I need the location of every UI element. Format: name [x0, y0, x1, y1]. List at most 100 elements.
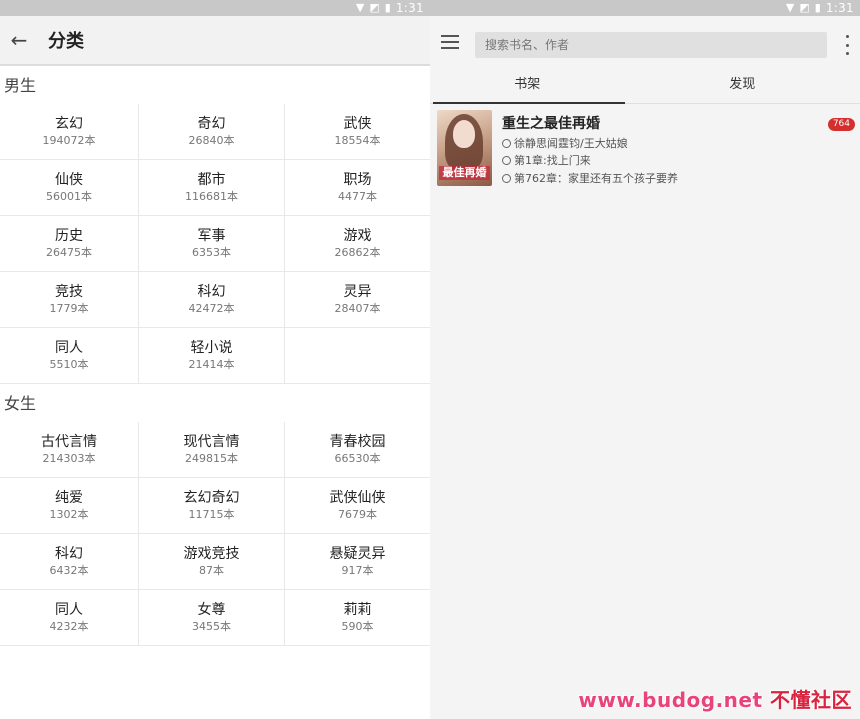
category-count: 11715本 — [188, 508, 235, 521]
category-name: 科幻 — [197, 284, 226, 300]
section-title: 男生 — [4, 76, 37, 95]
category-name: 游戏竞技 — [183, 546, 240, 562]
category-count: 4232本 — [49, 620, 89, 633]
category-cell[interactable]: 同人 5510本 — [0, 328, 139, 384]
category-cell[interactable]: 莉莉 590本 — [285, 590, 430, 646]
category-cell[interactable]: 游戏竞技 87本 — [139, 534, 285, 590]
category-name: 玄幻 — [55, 116, 83, 132]
category-toolbar: ← 分类 — [0, 16, 430, 66]
category-cell[interactable]: 武侠 18554本 — [285, 104, 430, 160]
category-cell[interactable]: 武侠仙侠 7679本 — [285, 478, 430, 534]
category-cell[interactable]: 现代言情 249815本 — [139, 422, 285, 478]
category-count: 5510本 — [49, 358, 89, 371]
category-grid: 玄幻 194072本 奇幻 26840本 武侠 18554本仙侠 56001本 都市 11668… — [0, 104, 430, 384]
category-count: 249815本 — [185, 452, 238, 465]
tab-discover[interactable]: 发现 — [625, 68, 860, 103]
category-name: 武侠仙侠 — [329, 490, 386, 506]
category-name: 莉莉 — [343, 602, 372, 618]
battery-icon: ▮ — [384, 1, 391, 14]
clock-icon — [502, 155, 511, 165]
category-screen: ▼ ◩ ▮ 1:31 ← 分类 男生玄幻 194072本 奇幻 26840本 武侠 185… — [0, 0, 430, 719]
category-count: 1779本 — [49, 302, 89, 315]
category-cell[interactable]: 纯爱 1302本 — [0, 478, 139, 534]
signal-icon: ◩ — [799, 1, 810, 14]
back-arrow-icon[interactable]: ← — [0, 15, 38, 65]
category-cell[interactable]: 青春校园 66530本 — [285, 422, 430, 478]
category-count: 590本 — [341, 620, 374, 633]
category-cell[interactable]: 科幻 6432本 — [0, 534, 139, 590]
category-cell[interactable]: 仙侠 56001本 — [0, 160, 139, 216]
category-name: 科幻 — [55, 546, 83, 562]
category-cell[interactable]: 都市 116681本 — [139, 160, 285, 216]
category-cell[interactable]: 同人 4232本 — [0, 590, 139, 646]
category-count: 4477本 — [338, 190, 377, 203]
category-count: 116681本 — [185, 190, 238, 203]
status-bar: ▼ ◩ ▮ 1:31 — [430, 0, 860, 16]
category-sections: 男生玄幻 194072本 奇幻 26840本 武侠 18554本仙侠 56001本 都市 116… — [0, 66, 430, 646]
category-cell[interactable]: 女尊 3455本 — [139, 590, 285, 646]
category-cell[interactable]: 竞技 1779本 — [0, 272, 139, 328]
category-name: 灵异 — [343, 284, 372, 300]
battery-icon: ▮ — [814, 1, 821, 14]
category-count: 18554本 — [334, 134, 381, 147]
section-title: 女生 — [4, 394, 37, 413]
category-count: 26840本 — [188, 134, 235, 147]
status-time: 1:31 — [825, 1, 854, 15]
tab-bar: 书架 发现 — [430, 68, 860, 104]
category-cell[interactable]: 古代言情 214303本 — [0, 422, 139, 478]
wifi-icon: ▼ — [785, 1, 795, 14]
category-name: 玄幻奇幻 — [183, 490, 240, 506]
category-cell[interactable]: 灵异 28407本 — [285, 272, 430, 328]
tab-bookshelf[interactable]: 书架 — [430, 68, 625, 104]
category-name: 同人 — [55, 340, 83, 356]
category-count: 6353本 — [192, 246, 231, 259]
category-count: 26475本 — [46, 246, 92, 259]
author-icon — [502, 138, 511, 148]
watermark: www.budog.net 不懂社区 — [578, 684, 852, 713]
category-cell[interactable]: 职场 4477本 — [285, 160, 430, 216]
wifi-icon: ▼ — [355, 1, 365, 14]
category-count: 56001本 — [46, 190, 92, 203]
category-cell[interactable]: 玄幻 194072本 — [0, 104, 139, 160]
more-vert-icon[interactable] — [844, 35, 850, 55]
category-count: 87本 — [199, 564, 224, 577]
category-name: 同人 — [55, 602, 83, 618]
category-name: 轻小说 — [190, 340, 233, 356]
category-cell[interactable]: 轻小说 21414本 — [139, 328, 285, 384]
category-name: 女尊 — [197, 602, 226, 618]
status-bar: ▼ ◩ ▮ 1:31 — [0, 0, 430, 16]
category-name: 青春校园 — [329, 434, 386, 450]
empty-cell — [285, 328, 430, 384]
category-name: 历史 — [55, 228, 83, 244]
category-name: 竞技 — [55, 284, 83, 300]
category-count: 66530本 — [334, 452, 381, 465]
book-latest-chapter: 第762章：家里还有五个孩子要养 — [514, 172, 678, 185]
cover-title: 最佳再婚 — [439, 166, 490, 180]
hamburger-menu-icon[interactable] — [430, 16, 470, 68]
category-count: 28407本 — [334, 302, 381, 315]
book-author: 徐静思闻霆钧/王大姑娘 — [514, 137, 628, 150]
category-name: 武侠 — [343, 116, 372, 132]
category-cell[interactable]: 历史 26475本 — [0, 216, 139, 272]
category-name: 都市 — [197, 172, 226, 188]
watermark-name: 不懂社区 — [770, 688, 852, 712]
category-cell[interactable]: 科幻 42472本 — [139, 272, 285, 328]
category-count: 42472本 — [188, 302, 235, 315]
book-list-item[interactable]: 最佳再婚 重生之最佳再婚 徐静思闻霆钧/王大姑娘 第1章:找上门来 第762章：… — [430, 104, 860, 188]
category-cell[interactable]: 军事 6353本 — [139, 216, 285, 272]
watermark-url: www.budog.net — [578, 688, 763, 712]
category-cell[interactable]: 奇幻 26840本 — [139, 104, 285, 160]
category-grid: 古代言情 214303本 现代言情 249815本 青春校园 66530本 纯爱 1302本 玄… — [0, 422, 430, 646]
book-title: 重生之最佳再婚 — [502, 116, 600, 132]
category-count: 26862本 — [334, 246, 381, 259]
category-count: 3455本 — [192, 620, 231, 633]
book-cover: 最佳再婚 — [437, 110, 492, 186]
status-time: 1:31 — [395, 1, 424, 15]
search-input[interactable]: 搜索书名、作者 — [475, 32, 827, 58]
category-cell[interactable]: 玄幻奇幻 11715本 — [139, 478, 285, 534]
category-name: 古代言情 — [41, 434, 97, 450]
category-cell[interactable]: 游戏 26862本 — [285, 216, 430, 272]
category-cell[interactable]: 悬疑灵异 917本 — [285, 534, 430, 590]
category-count: 194072本 — [42, 134, 96, 147]
category-name: 纯爱 — [55, 490, 83, 506]
